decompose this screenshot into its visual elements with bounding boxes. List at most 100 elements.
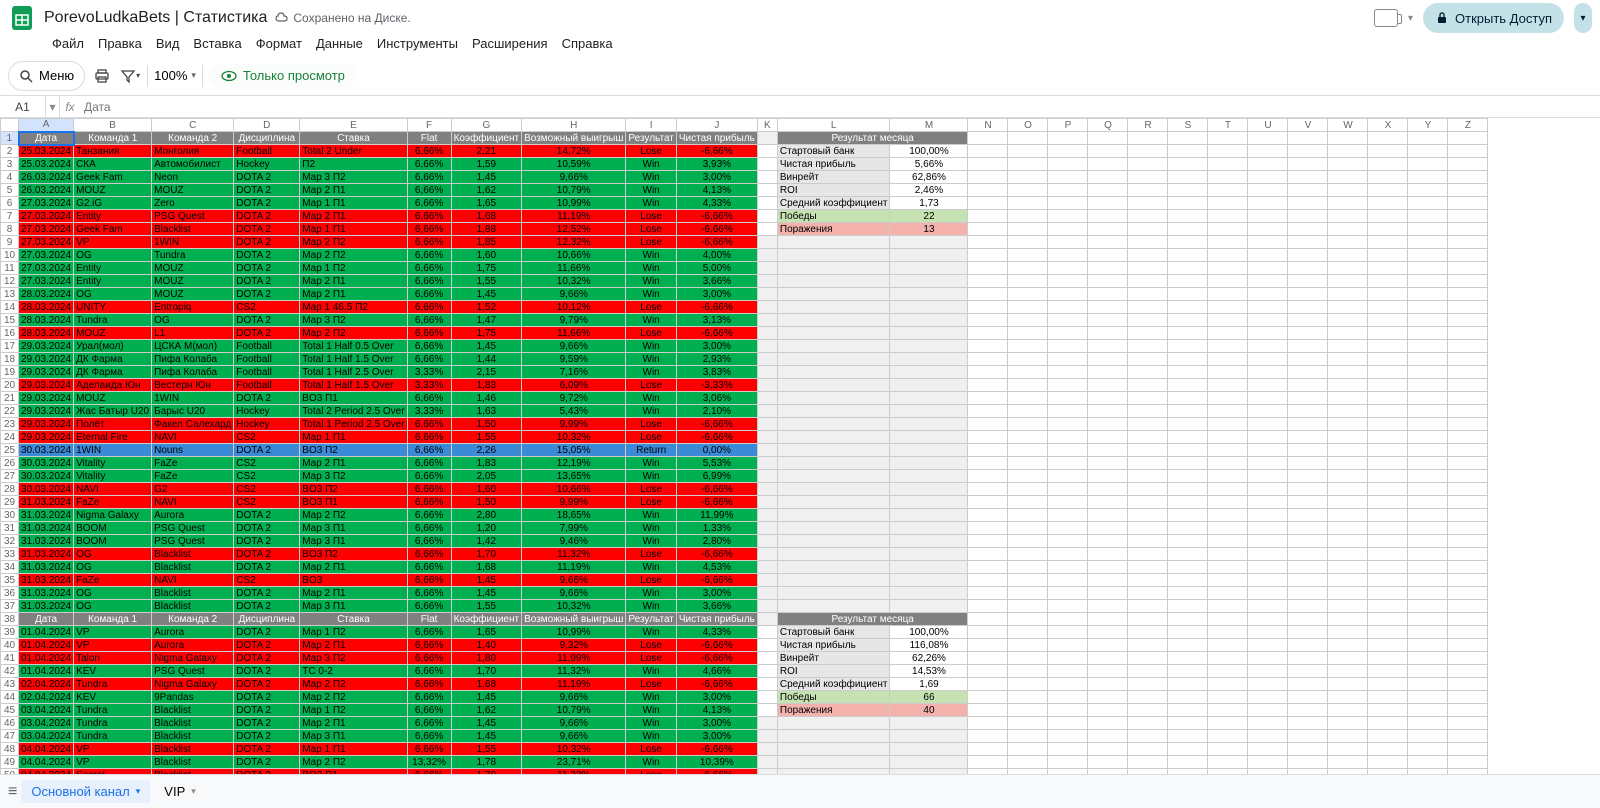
grid-scroll[interactable]: ABCDEFGHIJKLMNOPQRSTUVWXYZ1ДатаКоманда 1… (0, 118, 1600, 774)
cell[interactable]: Map 3 П2 (300, 652, 407, 665)
cell[interactable]: 1,45 (451, 691, 522, 704)
cell[interactable]: VP (74, 743, 152, 756)
cell[interactable]: -6,66% (676, 431, 757, 444)
cell[interactable]: Map 1 П1 (300, 743, 407, 756)
cell[interactable]: 1,62 (451, 184, 522, 197)
cell[interactable]: 01.04.2024 (19, 665, 74, 678)
cell[interactable]: Map 3 П2 (300, 470, 407, 483)
cell[interactable]: DOTA 2 (234, 197, 300, 210)
search-menu[interactable]: Меню (8, 61, 85, 91)
cell[interactable]: 3,00% (676, 340, 757, 353)
cell[interactable]: 1,68 (451, 561, 522, 574)
cell[interactable]: 9,32% (522, 639, 626, 652)
cell[interactable]: DOTA 2 (234, 184, 300, 197)
cell[interactable]: Танзания (74, 145, 152, 158)
cell[interactable]: 13,65% (522, 470, 626, 483)
cell[interactable]: Lose (626, 483, 676, 496)
cell[interactable]: 11,66% (522, 327, 626, 340)
row-header[interactable]: 44 (1, 691, 19, 704)
cell[interactable]: 9,46% (522, 535, 626, 548)
cell[interactable]: 29.03.2024 (19, 366, 74, 379)
cell[interactable]: Tundra (74, 314, 152, 327)
col-header[interactable]: D (234, 119, 300, 132)
row-header[interactable]: 14 (1, 301, 19, 314)
cell[interactable]: 1,59 (451, 158, 522, 171)
cell[interactable]: DOTA 2 (234, 171, 300, 184)
cell[interactable]: 6,66% (407, 236, 451, 249)
cell[interactable]: 9,99% (522, 418, 626, 431)
cell[interactable]: 29.03.2024 (19, 431, 74, 444)
cell[interactable]: 6,66% (407, 639, 451, 652)
cell[interactable]: -6,66% (676, 418, 757, 431)
cell[interactable]: Lose (626, 743, 676, 756)
cell[interactable]: 6,66% (407, 691, 451, 704)
cell[interactable]: DOTA 2 (234, 756, 300, 769)
cell[interactable]: 3,33% (407, 405, 451, 418)
cell[interactable]: Total 1 Half 0.5 Over (300, 340, 407, 353)
cell[interactable]: Blacklist (152, 548, 234, 561)
cell[interactable]: Win (626, 535, 676, 548)
cell[interactable]: CS2 (234, 470, 300, 483)
cell[interactable]: 5,43% (522, 405, 626, 418)
cell[interactable]: DOTA 2 (234, 704, 300, 717)
cell[interactable]: Map 3 П2 (300, 171, 407, 184)
cell[interactable]: Map 2 П1 (300, 288, 407, 301)
col-header[interactable]: X (1368, 119, 1408, 132)
cell[interactable]: 1,85 (451, 236, 522, 249)
col-header[interactable]: N (968, 119, 1008, 132)
cell[interactable]: Entity (74, 262, 152, 275)
cell[interactable]: Map 2 П1 (300, 639, 407, 652)
cell[interactable]: 1,45 (451, 574, 522, 587)
cell[interactable]: 6,66% (407, 548, 451, 561)
cell[interactable]: 27.03.2024 (19, 262, 74, 275)
cell[interactable]: 9,66% (522, 587, 626, 600)
col-header[interactable]: Q (1088, 119, 1128, 132)
cell[interactable]: 6,66% (407, 678, 451, 691)
cell[interactable]: Total 2 Period 2.5 Over (300, 405, 407, 418)
cell[interactable]: Football (234, 379, 300, 392)
cell[interactable]: DOTA 2 (234, 717, 300, 730)
cell[interactable]: 10,32% (522, 431, 626, 444)
row-header[interactable]: 34 (1, 561, 19, 574)
row-header[interactable]: 1 (1, 132, 19, 145)
cell[interactable]: 11,19% (522, 561, 626, 574)
cell[interactable]: Урал(мол) (74, 340, 152, 353)
cell[interactable]: 10,12% (522, 301, 626, 314)
cell[interactable]: DOTA 2 (234, 444, 300, 457)
cell[interactable]: Map 2 П1 (300, 210, 407, 223)
row-header[interactable]: 5 (1, 184, 19, 197)
cell[interactable]: 29.03.2024 (19, 340, 74, 353)
cell[interactable]: 04.04.2024 (19, 756, 74, 769)
cell[interactable]: 1,63 (451, 405, 522, 418)
col-header[interactable]: I (626, 119, 676, 132)
col-header[interactable]: R (1128, 119, 1168, 132)
cell[interactable]: 3,06% (676, 392, 757, 405)
row-header[interactable]: 37 (1, 600, 19, 613)
cell[interactable]: 6,66% (407, 301, 451, 314)
cell[interactable]: CS2 (234, 301, 300, 314)
cell[interactable]: 3,33% (407, 379, 451, 392)
cell[interactable]: Hockey (234, 418, 300, 431)
cell[interactable]: Lose (626, 379, 676, 392)
cell[interactable]: 10,66% (522, 249, 626, 262)
cell[interactable]: Win (626, 756, 676, 769)
cell[interactable]: Map 2 П2 (300, 691, 407, 704)
cell[interactable]: 26.03.2024 (19, 171, 74, 184)
cell[interactable]: Win (626, 275, 676, 288)
cell[interactable]: Total 1 Half 1.5 Over (300, 353, 407, 366)
cell[interactable]: Vitality (74, 470, 152, 483)
cell[interactable]: 2,21 (451, 145, 522, 158)
col-header[interactable]: T (1208, 119, 1248, 132)
cell[interactable]: Lose (626, 496, 676, 509)
menu-Правка[interactable]: Правка (92, 36, 148, 52)
row-header[interactable]: 23 (1, 418, 19, 431)
col-header[interactable]: V (1288, 119, 1328, 132)
cell[interactable]: BO3 П1 (300, 496, 407, 509)
name-box-dropdown[interactable]: ▾ (46, 96, 60, 117)
cell[interactable]: Win (626, 691, 676, 704)
filter-icon[interactable]: ▾ (119, 65, 141, 87)
cell[interactable]: 25.03.2024 (19, 145, 74, 158)
cell[interactable]: FaZe (152, 457, 234, 470)
cell[interactable]: 1,62 (451, 704, 522, 717)
cell[interactable]: Vitality (74, 457, 152, 470)
